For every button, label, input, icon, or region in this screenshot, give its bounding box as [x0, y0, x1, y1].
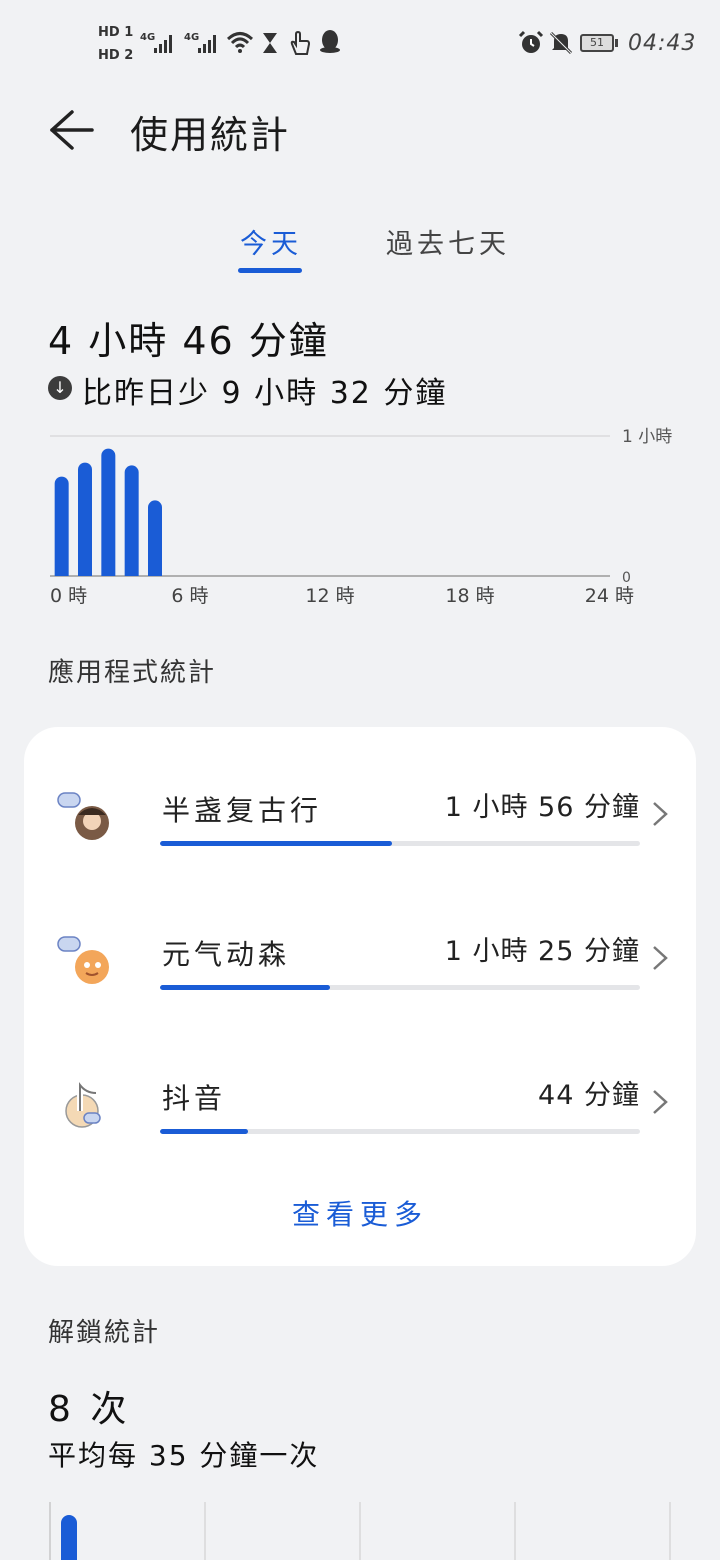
chevron-right-icon [653, 802, 668, 826]
status-bar: HD 1 HD 2 4G 4G 51 04:43 [0, 0, 720, 90]
y-tick-label: 0 [622, 570, 631, 586]
x-tick-label: 12 時 [305, 585, 354, 607]
usage-progress-fill [160, 985, 330, 990]
usage-progress-track [160, 1129, 640, 1134]
hour-bar [54, 476, 69, 576]
app-usage-time: 1 小時 25 分鐘 [444, 936, 640, 967]
mute-icon [549, 31, 573, 55]
hour-bar [78, 462, 92, 576]
app-row-item-1[interactable]: 半盏复古行 1 小時 56 分鐘 [24, 749, 696, 859]
app-name: 半盏复古行 [162, 794, 323, 827]
usage-progress-track [160, 985, 640, 990]
chevron-right-icon [653, 946, 668, 970]
signal-icon [154, 35, 172, 53]
hour-bar [124, 465, 139, 576]
hourly-usage-chart: 1 小時 0 0 時 6 時 12 時 18 時 24 時 [50, 427, 672, 607]
hourglass-icon [263, 33, 277, 53]
x-tick-label: 6 時 [171, 585, 208, 607]
app-name: 抖音 [162, 1082, 227, 1115]
wifi-icon [226, 32, 254, 53]
clock: 04:43 [628, 31, 697, 56]
x-tick-label: 0 時 [50, 585, 87, 607]
back-button[interactable] [44, 104, 100, 154]
usage-progress-fill [160, 1129, 248, 1134]
signal-icon [198, 35, 216, 53]
douyin-app-icon [65, 1076, 101, 1128]
alarm-icon [518, 30, 544, 53]
page-title: 使用統計 [130, 113, 291, 157]
unlock-section-heading: 解鎖統計 [48, 1318, 161, 1348]
usage-progress-track [160, 841, 640, 846]
app-row-item-3[interactable]: 抖音 44 分鐘 [24, 1037, 696, 1147]
battery-icon: 51 [580, 34, 614, 52]
tab-past-seven-days[interactable]: 過去七天 [386, 222, 510, 261]
unlock-bar [61, 1515, 77, 1560]
sim1-hd-label: HD 1 [98, 25, 134, 40]
app-usage-time: 1 小時 56 分鐘 [444, 792, 640, 823]
apps-section-heading: 應用程式統計 [48, 658, 217, 688]
usage-progress-fill [160, 841, 392, 846]
hand-icon [290, 30, 311, 55]
qq-icon [320, 30, 340, 53]
decrease-arrow-icon: ↓ [48, 376, 72, 400]
app-row-item-2[interactable]: 元气动森 1 小時 25 分鐘 [24, 893, 696, 1003]
x-tick-label: 18 時 [445, 585, 494, 607]
hour-bar [101, 448, 116, 576]
sim2-hd-label: HD 2 [98, 48, 134, 63]
unlock-average: 平均每 35 分鐘一次 [48, 1439, 320, 1472]
x-tick-label: 24 時 [585, 585, 634, 607]
app-name: 元气动森 [162, 938, 291, 971]
app-usage-time: 44 分鐘 [538, 1080, 640, 1111]
unlock-count: 8 次 [48, 1389, 131, 1430]
back-arrow-icon [50, 110, 94, 150]
total-usage-time: 4 小時 46 分鐘 [48, 319, 329, 363]
view-more-button[interactable]: 查看更多 [24, 1193, 696, 1233]
usage-comparison: 比昨日少 9 小時 32 分鐘 [82, 376, 448, 411]
game-app-icon-2 [57, 936, 109, 984]
chevron-right-icon [653, 1090, 668, 1114]
game-app-icon-1 [57, 792, 109, 840]
tab-today[interactable]: 今天 [240, 222, 302, 261]
y-tick-label: 1 小時 [622, 427, 672, 447]
battery-tip [615, 39, 618, 47]
app-usage-card: 半盏复古行 1 小時 56 分鐘 元气动森 1 小時 25 分鐘 抖音 44 分… [24, 727, 696, 1266]
hour-bar [148, 500, 162, 576]
unlock-chart [49, 1502, 671, 1560]
active-tab-indicator [238, 268, 302, 273]
